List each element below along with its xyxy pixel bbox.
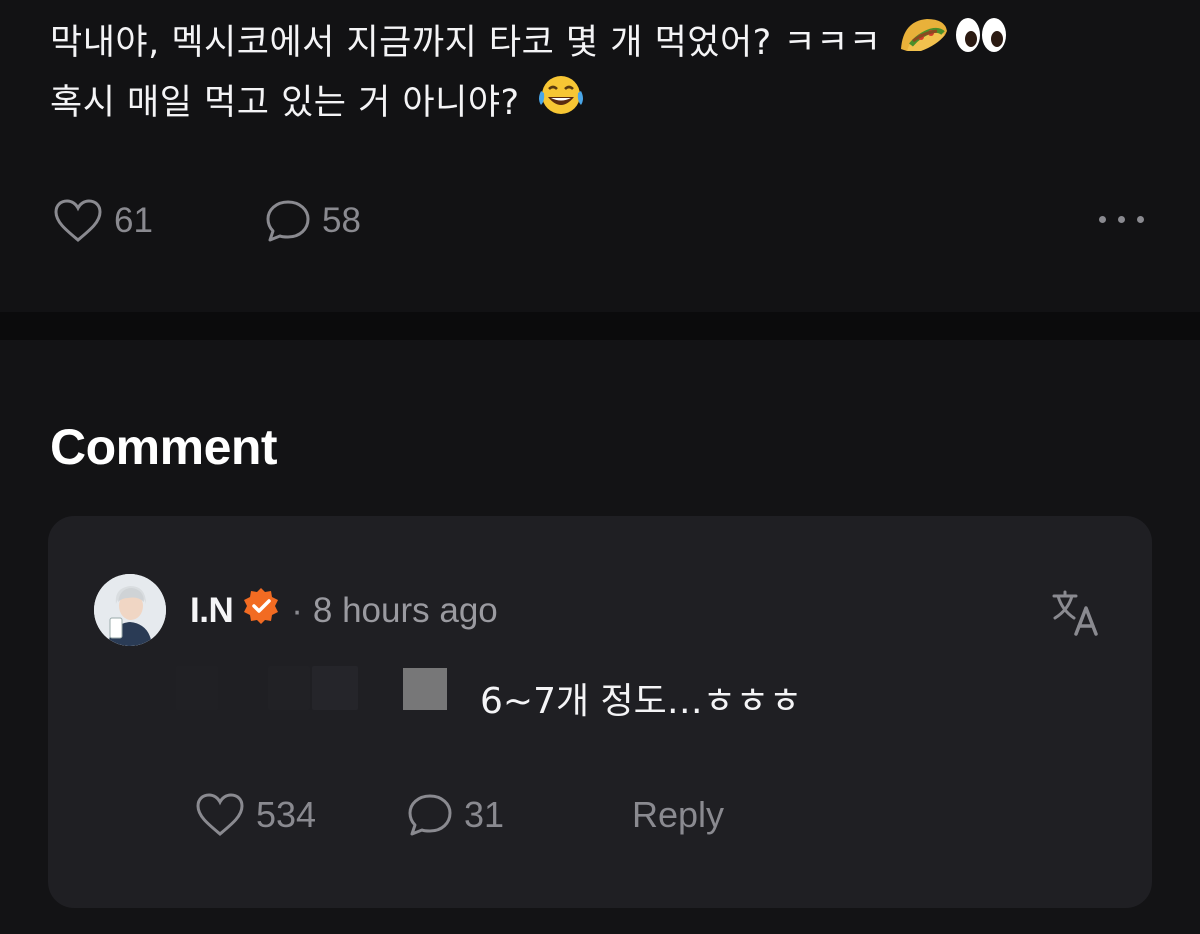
post-like-count: 61 (114, 201, 153, 240)
comment-reply-count: 31 (464, 794, 505, 835)
blurred-content (312, 666, 358, 710)
heart-icon (52, 198, 104, 244)
avatar[interactable] (94, 574, 166, 646)
comment-section: Comment I.N · 8 hours ago 6~7개 정도…ㅎㅎㅎ 53… (0, 340, 1200, 934)
post-text-line-1-content: 막내야, 멕시코에서 지금까지 타코 몇 개 먹었어? ㅋㅋㅋ (50, 23, 882, 63)
translate-icon[interactable] (1050, 588, 1102, 642)
post-comment-count: 58 (322, 201, 361, 240)
comment-timestamp: 8 hours ago (312, 590, 498, 630)
comment-reply-count-button[interactable]: 31 (406, 792, 504, 838)
comment-bubble-icon (264, 198, 312, 244)
post-text: 막내야, 멕시코에서 지금까지 타코 몇 개 먹었어? ㅋㅋㅋ 혹시 매일 먹고… (50, 14, 1009, 135)
comment-text: 6~7개 정도…ㅎㅎㅎ (480, 681, 803, 722)
reply-button[interactable]: Reply (632, 794, 724, 836)
comment-author-row: I.N · 8 hours ago (190, 586, 498, 635)
more-horizontal-icon[interactable] (1099, 216, 1144, 223)
eyes-icon (953, 15, 1009, 73)
placeholder-square (403, 668, 447, 710)
verified-badge-icon (241, 586, 281, 635)
blurred-content (268, 666, 310, 710)
meta-separator: · (291, 590, 303, 630)
taco-icon (897, 15, 949, 73)
section-divider (0, 312, 1200, 340)
post-text-line-2-content: 혹시 매일 먹고 있는 거 아니야? (50, 83, 520, 123)
post-comment-button[interactable]: 58 (264, 198, 361, 244)
post-text-line-1: 막내야, 멕시코에서 지금까지 타코 몇 개 먹었어? ㅋㅋㅋ (50, 14, 1009, 73)
post-text-line-2: 혹시 매일 먹고 있는 거 아니야? (50, 73, 1009, 135)
comment-bubble-icon (406, 792, 454, 838)
blurred-content (176, 666, 218, 710)
comment-card: I.N · 8 hours ago 6~7개 정도…ㅎㅎㅎ 534 31 Rep… (48, 516, 1152, 908)
comment-like-count: 534 (256, 794, 317, 835)
laughing-tears-icon (535, 73, 587, 135)
post: 막내야, 멕시코에서 지금까지 타코 몇 개 먹었어? ㅋㅋㅋ 혹시 매일 먹고… (0, 0, 1200, 312)
heart-icon (194, 792, 246, 838)
comment-like-button[interactable]: 534 (194, 792, 316, 838)
comment-author-name[interactable]: I.N (190, 591, 234, 631)
comment-section-title: Comment (50, 419, 278, 475)
post-like-button[interactable]: 61 (52, 198, 153, 244)
